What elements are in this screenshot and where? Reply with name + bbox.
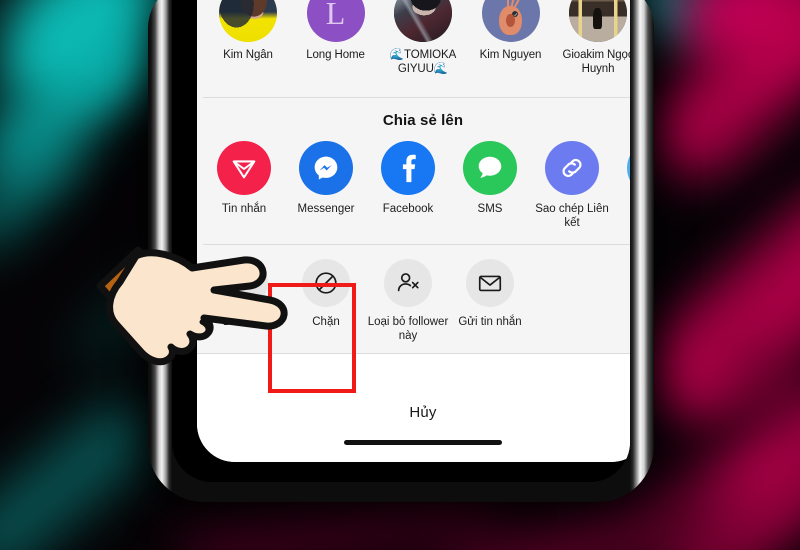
sms-bubble-icon: [463, 141, 517, 195]
bird-eye-icon: [511, 10, 519, 18]
share-target-messenger[interactable]: Messenger: [285, 141, 367, 230]
action-send-message[interactable]: Gửi tin nhắn: [449, 259, 531, 343]
pointing-hand-cursor: [92, 238, 322, 370]
share-target-facebook[interactable]: Facebook: [367, 141, 449, 230]
contact-item[interactable]: Kim Ngân: [205, 0, 291, 97]
more-app-icon: [627, 141, 630, 195]
share-target-label: Tin nhắn: [221, 203, 267, 215]
contact-name: Kim Nguyen: [479, 49, 542, 61]
share-target-sms[interactable]: SMS: [449, 141, 531, 230]
tiktok-direct-message-icon: [217, 141, 271, 195]
envelope-icon: [466, 259, 514, 307]
share-target-label: Sao chép Liên kết: [535, 203, 609, 229]
link-chain-icon: [545, 141, 599, 195]
background-bokeh: [0, 389, 166, 550]
avatar: [569, 0, 627, 42]
remove-user-icon: [384, 259, 432, 307]
messenger-icon: [299, 141, 353, 195]
contact-item[interactable]: Kim Nguyen: [468, 0, 554, 97]
share-target-label: Messenger: [297, 203, 355, 215]
share-target-label: SMS: [477, 203, 503, 215]
cancel-zone: Hủy: [197, 386, 630, 462]
bird-tuft-icon: [513, 0, 521, 10]
cancel-button[interactable]: Hủy: [197, 386, 630, 421]
background-bokeh: [695, 373, 800, 547]
share-target-copy-link[interactable]: Sao chép Liên kết: [531, 141, 613, 230]
facebook-icon: [381, 141, 435, 195]
contact-name: Gioakim Ngọc Huynh: [562, 49, 630, 75]
share-target-more[interactable]: T: [613, 141, 630, 230]
home-indicator[interactable]: [344, 440, 502, 445]
action-label: Gửi tin nhắn: [458, 316, 522, 328]
contact-item[interactable]: 🌊TOMIOKA GIYUU🌊: [380, 0, 466, 97]
bird-tuft-icon: [507, 0, 510, 9]
contact-item[interactable]: L Long Home: [293, 0, 379, 97]
background-bokeh: [680, 0, 800, 70]
contact-name: Long Home: [306, 49, 365, 61]
share-section-title: Chia sẻ lên: [382, 112, 464, 129]
avatar: L: [306, 0, 365, 42]
share-target-label: Facebook: [382, 203, 434, 215]
screenshot-stage: Kim Ngân L Long Home 🌊TOMIOKA GIYUU🌊 Kim…: [0, 0, 800, 550]
action-label: Loại bỏ follower này: [367, 316, 449, 342]
share-target-tin-nhan[interactable]: Tin nhắn: [203, 141, 285, 230]
phone-screen: Kim Ngân L Long Home 🌊TOMIOKA GIYUU🌊 Kim…: [197, 0, 630, 462]
share-target-label: T: [613, 202, 630, 216]
contact-name: 🌊TOMIOKA GIYUU🌊: [389, 49, 457, 75]
background-bokeh: [712, 325, 800, 455]
share-targets-row: Tin nhắn Messenger Facebook SMS Sao chép…: [197, 141, 630, 244]
background-bokeh: [0, 115, 93, 260]
avatar: [219, 0, 277, 42]
contact-name: Kim Ngân: [223, 49, 273, 61]
avatar: [481, 0, 540, 42]
recent-contacts-row: Kim Ngân L Long Home 🌊TOMIOKA GIYUU🌊 Kim…: [197, 0, 630, 97]
background-bokeh: [633, 0, 800, 196]
action-remove-follower[interactable]: Loại bỏ follower này: [367, 259, 449, 343]
contact-item[interactable]: Gioakim Ngọc Huynh: [555, 0, 630, 97]
background-bokeh: [647, 414, 800, 550]
avatar: [394, 0, 452, 42]
